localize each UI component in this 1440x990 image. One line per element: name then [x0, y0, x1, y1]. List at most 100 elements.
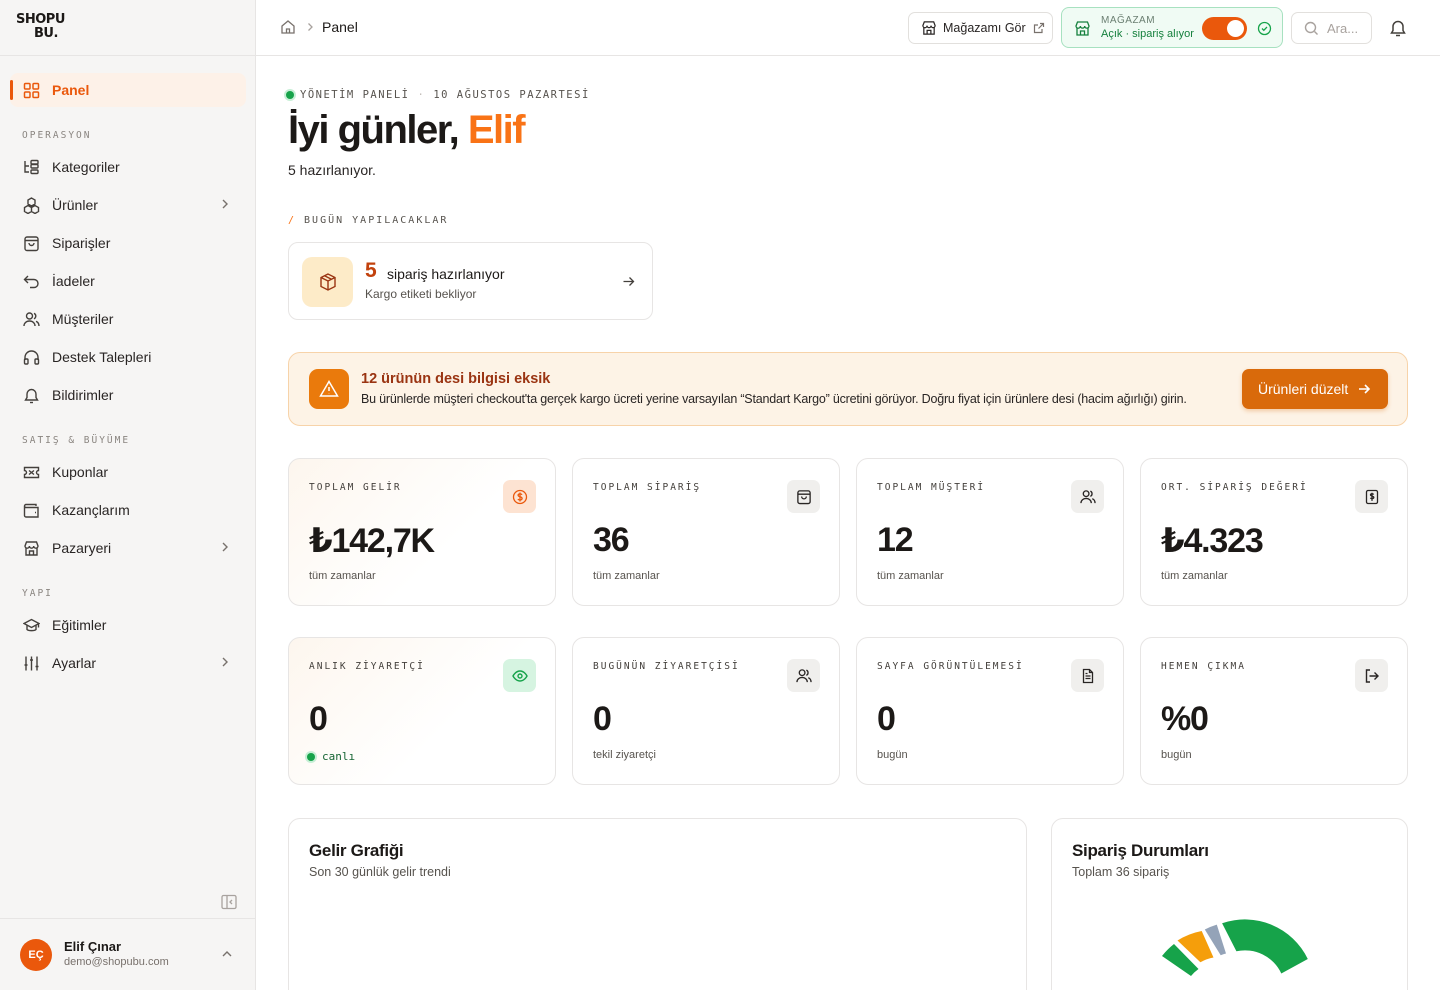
view-store-button[interactable]: Mağazamı Gör — [908, 12, 1053, 44]
todo-count: 5 — [365, 259, 377, 282]
eyebrow-separator: · — [417, 89, 426, 101]
page-title: İyi günler, Elif — [288, 108, 526, 153]
revenue-chart-panel: Gelir Grafiği Son 30 günlük gelir trendi — [288, 818, 1027, 990]
chevron-right-icon — [222, 657, 228, 667]
stat-value: ₺142,7K — [309, 522, 435, 560]
store-open-toggle[interactable] — [1202, 17, 1247, 40]
headphones-icon — [22, 348, 40, 366]
logo-line-1: SHOPU — [16, 12, 65, 27]
sidebar-item-label: Pazaryeri — [52, 540, 112, 556]
sidebar-item-bildirimler[interactable]: Bildirimler — [10, 378, 246, 412]
stat-sub: tüm zamanlar — [877, 570, 944, 582]
page-eyebrow: YÖNETİM PANELİ · 10 AĞUSTOS PAZARTESİ — [286, 89, 590, 101]
todo-card-preparing-orders[interactable]: 5 sipariş hazırlanıyor Kargo etiketi bek… — [288, 242, 653, 320]
order-status-donut: 36 — [1162, 919, 1308, 976]
eyebrow-date: 10 AĞUSTOS PAZARTESİ — [433, 89, 590, 101]
stat-label: BUGÜNÜN ZİYARETÇİSİ — [593, 661, 740, 672]
sidebar-item-siparisler[interactable]: Siparişler — [10, 226, 246, 260]
sidebar-item-musteriler[interactable]: Müşteriler — [10, 302, 246, 336]
users-icon — [22, 310, 40, 328]
alert-title: 12 ürünün desi bilgisi eksik — [361, 371, 551, 387]
sidebar-item-pazaryeri[interactable]: Pazaryeri — [10, 531, 246, 565]
stat-sub: bugün — [877, 749, 908, 761]
arrow-right-icon — [623, 277, 635, 286]
stat-value: 0 — [309, 700, 328, 738]
search-input[interactable]: Ara... — [1291, 12, 1372, 44]
breadcrumb-current: Panel — [322, 19, 358, 35]
stat-sub: bugün — [1161, 749, 1192, 761]
grid-icon — [22, 81, 40, 99]
user-name: Elif Çınar — [64, 939, 122, 954]
stat-value: 0 — [877, 700, 896, 738]
stat-label: SAYFA GÖRÜNTÜLEMESİ — [877, 661, 1024, 672]
avatar: EÇ — [20, 939, 52, 971]
users-icon — [787, 659, 820, 692]
stat-card-total-orders[interactable]: TOPLAM SİPARİŞ 36 tüm zamanlar — [572, 458, 840, 606]
stat-card-page-views[interactable]: SAYFA GÖRÜNTÜLEMESİ 0 bugün — [856, 637, 1124, 785]
sidebar-item-kazanclarim[interactable]: Kazançlarım — [10, 493, 246, 527]
fix-products-label: Ürünleri düzelt — [1258, 381, 1349, 397]
sidebar-item-destek[interactable]: Destek Talepleri — [10, 340, 246, 374]
stat-card-today-visitors[interactable]: BUGÜNÜN ZİYARETÇİSİ 0 tekil ziyaretçi — [572, 637, 840, 785]
warning-icon — [309, 369, 349, 409]
stat-value: %0 — [1161, 700, 1209, 738]
sidebar-item-panel[interactable]: Panel — [10, 73, 246, 107]
donut-segment-green[interactable] — [1222, 919, 1308, 974]
chevron-up-icon[interactable] — [220, 947, 234, 961]
todo-title: sipariş hazırlanıyor — [387, 266, 505, 282]
sidebar-item-kuponlar[interactable]: Kuponlar — [10, 455, 246, 489]
sidebar-collapse-icon[interactable] — [220, 893, 238, 911]
user-menu[interactable]: EÇ Elif Çınar demo@shopubu.com — [0, 918, 255, 990]
status-dot — [286, 91, 294, 99]
notifications-bell-icon[interactable] — [1388, 18, 1408, 38]
sliders-icon — [22, 654, 40, 672]
stat-label: TOPLAM MÜŞTERİ — [877, 482, 986, 493]
stat-sub: tüm zamanlar — [1161, 570, 1228, 582]
eye-icon — [503, 659, 536, 692]
stat-label: TOPLAM SİPARİŞ — [593, 482, 702, 493]
package-icon — [302, 257, 353, 307]
search-icon — [1304, 21, 1318, 35]
home-icon[interactable] — [280, 19, 296, 35]
sidebar-item-label: Panel — [52, 82, 90, 98]
stat-card-average-order-value[interactable]: ORT. SİPARİŞ DEĞERİ ₺4.323 tüm zamanlar — [1140, 458, 1408, 606]
logo[interactable]: SHOPU BU. — [16, 13, 72, 43]
sidebar-item-label: Ürünler — [52, 197, 98, 213]
revenue-chart-title: Gelir Grafiği — [309, 841, 404, 860]
greeting-prefix: İyi günler, — [288, 108, 460, 152]
todo-label-text: BUGÜN YAPILACAKLAR — [304, 215, 449, 226]
sidebar-item-label: İadeler — [52, 273, 95, 289]
store-icon — [922, 21, 936, 35]
section-label-satis: SATIŞ & BÜYÜME — [22, 435, 131, 446]
document-icon — [1071, 659, 1104, 692]
store-icon — [1075, 21, 1090, 36]
shopping-bag-icon — [787, 480, 820, 513]
alert-description: Bu ürünlerde müşteri checkout'ta gerçek … — [361, 392, 1187, 406]
stat-card-live-visitors[interactable]: ANLIK ZİYARETÇİ 0 canlı — [288, 637, 556, 785]
stat-card-bounce-rate[interactable]: HEMEN ÇIKMA %0 bugün — [1140, 637, 1408, 785]
sidebar-item-ayarlar[interactable]: Ayarlar — [10, 646, 246, 680]
todo-section-label: / BUGÜN YAPILACAKLAR — [288, 215, 449, 226]
stat-card-total-revenue[interactable]: TOPLAM GELİR ₺142,7K tüm zamanlar — [288, 458, 556, 606]
sidebar-item-urunler[interactable]: Ürünler — [10, 188, 246, 222]
hierarchy-icon — [22, 158, 40, 176]
breadcrumb-separator-icon — [308, 23, 313, 31]
boxes-icon — [22, 196, 40, 214]
stat-sub: canlı — [322, 750, 356, 763]
store-icon — [22, 539, 40, 557]
stat-label: ORT. SİPARİŞ DEĞERİ — [1161, 482, 1308, 493]
stat-value: 0 — [593, 700, 612, 738]
sidebar-item-kategoriler[interactable]: Kategoriler — [10, 150, 246, 184]
sidebar: SHOPU BU. Panel OPERASYON Kategoriler Ür… — [0, 0, 256, 990]
user-email: demo@shopubu.com — [64, 956, 169, 968]
sidebar-item-egitimler[interactable]: Eğitimler — [10, 608, 246, 642]
sidebar-item-label: Kategoriler — [52, 159, 120, 175]
sidebar-item-label: Destek Talepleri — [52, 349, 152, 365]
stat-label: ANLIK ZİYARETÇİ — [309, 661, 425, 672]
order-status-subtitle: Toplam 36 sipariş — [1072, 865, 1170, 879]
external-link-icon — [1033, 22, 1044, 34]
stat-card-total-customers[interactable]: TOPLAM MÜŞTERİ 12 tüm zamanlar — [856, 458, 1124, 606]
fix-products-button[interactable]: Ürünleri düzelt — [1242, 369, 1388, 409]
bell-icon — [22, 386, 40, 404]
sidebar-item-iadeler[interactable]: İadeler — [10, 264, 246, 298]
